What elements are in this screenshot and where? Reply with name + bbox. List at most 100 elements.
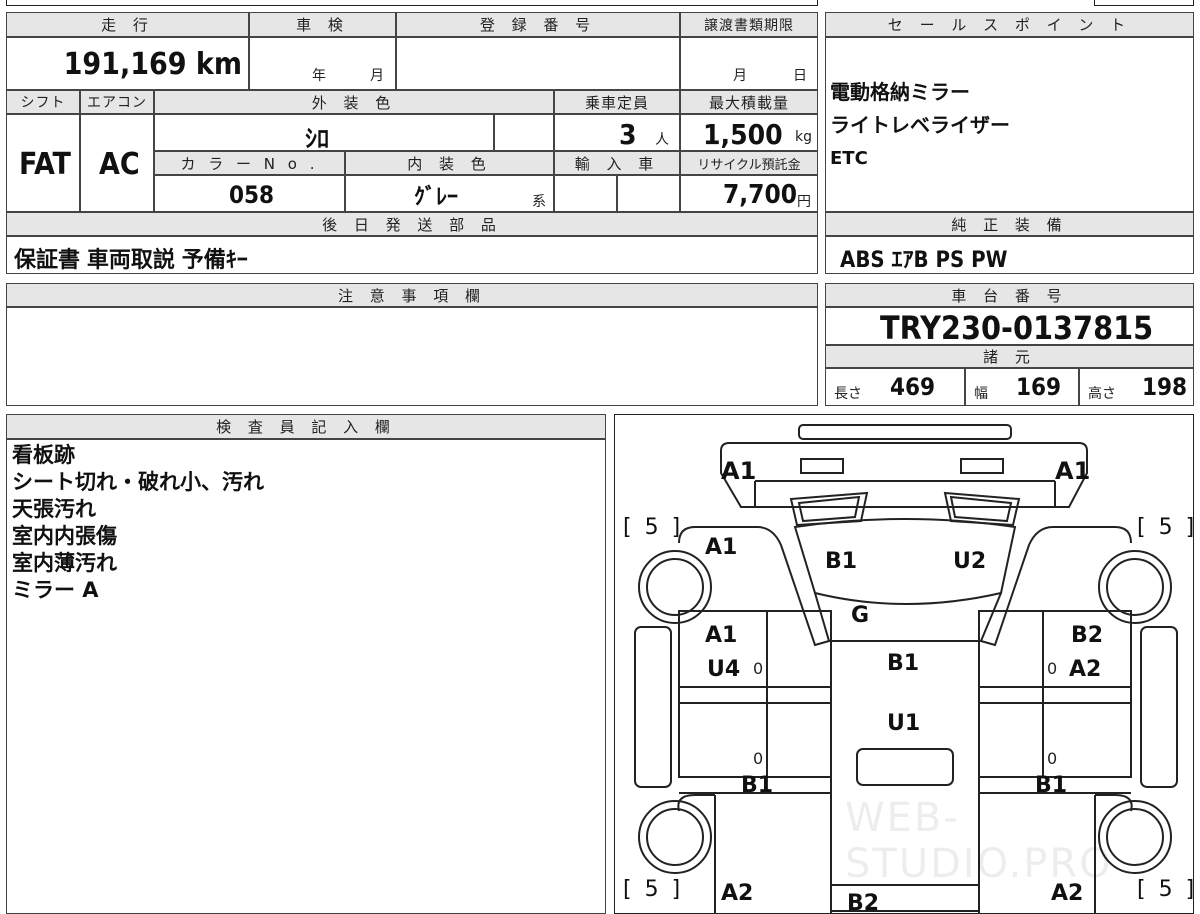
mileage-header: 走 行 [6,12,249,37]
shift-cell: FAT [6,114,80,212]
sales-point-item: ETC [830,148,868,169]
mark-rear-left-a2: A2 [721,881,754,906]
sales-points-header: セ ー ル ス ポ イ ン ト [825,12,1194,37]
caution-block: 注 意 事 項 欄 [6,283,818,406]
later-parts-value: 保証書 車両取説 予備ｷｰ [14,248,248,273]
inspector-header: 検 査 員 記 入 欄 [6,414,606,439]
top-clipped-strip-right [1094,0,1194,6]
transfer-month-unit: 月 [733,68,747,84]
inspector-note: シート切れ・破れ小、汚れ [12,470,264,494]
capacity-value: 3 [619,118,637,151]
length-label: 長さ [834,386,862,402]
inspector-note: 看板跡 [12,443,75,467]
shift-value: FAT [19,147,71,182]
length-value: 469 [890,373,936,401]
exterior-color-header: 外 装 色 [154,90,554,114]
mark-roof-u1: U1 [887,711,921,736]
exterior-color-value: ｼﾛ [305,125,329,153]
capacity-cell: 3 人 [554,114,680,151]
sales-points-cell: 電動格納ミラー ライトレベライザー ETC [825,37,1194,212]
recycle-unit: 円 [797,194,811,210]
genuine-equipment-cell: ABS ｴｱB PS PW [825,236,1194,274]
later-parts-cell: 保証書 車両取説 予備ｷｰ [6,236,818,274]
mark-front-left-top: A1 [721,457,757,485]
caution-cell [6,307,818,406]
import-header: 輸 入 車 [554,151,680,175]
mark-rear-center-b2: B2 [847,891,880,914]
inspector-note: ミラー A [12,578,99,602]
chassis-value: TRY230-0137815 [880,309,1154,347]
mark-left-door-a1: A1 [705,623,738,648]
import-cell-left [554,175,617,212]
inspector-cell: 看板跡 シート切れ・破れ小、汚れ 天張汚れ 室内内張傷 室内薄汚れ ミラー A [6,439,606,914]
inspection-year-unit: 年 [312,68,326,84]
width-value: 169 [1016,373,1062,401]
zero-mark: 0 [1047,749,1058,768]
capacity-unit: 人 [655,132,669,148]
mark-front-right-top: A1 [1055,457,1091,485]
inspector-note: 室内内張傷 [12,524,117,548]
height-value: 198 [1142,373,1188,401]
later-parts-header: 後 日 発 送 部 品 [6,212,818,236]
inspector-block: 検 査 員 記 入 欄 看板跡 シート切れ・破れ小、汚れ 天張汚れ 室内内張傷 … [6,414,606,914]
chassis-header: 車 台 番 号 [825,283,1194,307]
mark-right-door-a2: A2 [1069,657,1102,682]
color-no-cell: 058 [154,175,345,212]
zero-mark: 0 [1047,659,1058,678]
registration-cell [396,37,680,90]
dimensions-header: 諸 元 [825,345,1194,368]
interior-color-header: 内 装 色 [345,151,554,175]
chassis-cell: TRY230-0137815 [825,307,1194,347]
transfer-header: 譲渡書類期限 [680,12,818,37]
mark-front-left-fender: A1 [705,535,738,560]
registration-header: 登 録 番 号 [396,12,680,37]
recycle-value: 7,700 [723,180,797,210]
mark-left-door-u4: U4 [707,657,741,682]
caution-header: 注 意 事 項 欄 [6,283,818,307]
capacity-header: 乗車定員 [554,90,680,114]
mark-roof-b1: B1 [887,651,920,676]
width-label: 幅 [974,386,988,402]
max-load-header: 最大積載量 [680,90,818,114]
genuine-equipment-header: 純 正 装 備 [825,212,1194,236]
sales-point-item: 電動格納ミラー [830,80,970,104]
interior-color-value: ｸﾞﾚｰ [414,185,459,210]
import-cell-right [617,175,680,212]
sales-points-block: セ ー ル ス ポ イ ン ト 電動格納ミラー ライトレベライザー ETC [825,12,1194,212]
watermark: WEB-STUDIO.PRO [845,795,1113,887]
mileage-value: 191,169 km [63,47,242,82]
interior-color-cell: ｸﾞﾚｰ 系 [345,175,554,212]
bracket-rear-left: [ 5 ] [623,877,684,902]
ac-header: エアコン [80,90,154,114]
recycle-header: リサイクル預託金 [680,151,818,175]
bracket-front-right: [ 5 ] [1137,515,1194,540]
height-cell: 高さ 198 [1079,368,1194,406]
recycle-cell: 7,700 円 [680,175,818,212]
exterior-color-extra-cell [494,114,554,151]
mark-hood-left: B1 [825,549,858,574]
inspector-note: 室内薄汚れ [12,551,117,575]
mark-left-lower-b1: B1 [741,773,774,798]
zero-mark: 0 [753,659,764,678]
zero-mark: 0 [753,749,764,768]
color-no-header: カ ラ ー N o . [154,151,345,175]
inspection-month-unit: 月 [370,68,384,84]
inspector-note: 天張汚れ [12,497,96,521]
color-no-value: 058 [229,181,275,209]
interior-color-suffix: 系 [532,194,546,210]
max-load-cell: 1,500 kg [680,114,818,151]
top-clipped-strip [6,0,818,6]
mileage-cell: 191,169 km [6,37,249,90]
exterior-color-cell: ｼﾛ [154,114,494,153]
mark-hood-right: U2 [953,549,987,574]
max-load-value: 1,500 [703,118,783,151]
genuine-equipment-block: 純 正 装 備 ABS ｴｱB PS PW [825,212,1194,274]
length-cell: 長さ 469 [825,368,965,406]
chassis-block: 車 台 番 号 TRY230-0137815 諸 元 長さ 469 幅 169 … [825,283,1194,406]
spec-block: 走 行 車 検 登 録 番 号 譲渡書類期限 191,169 km 年 月 月 … [6,12,818,274]
width-cell: 幅 169 [965,368,1079,406]
ac-value: AC [99,147,140,182]
bracket-front-left: [ 5 ] [623,515,684,540]
height-label: 高さ [1088,386,1116,402]
shift-header: シフト [6,90,80,114]
